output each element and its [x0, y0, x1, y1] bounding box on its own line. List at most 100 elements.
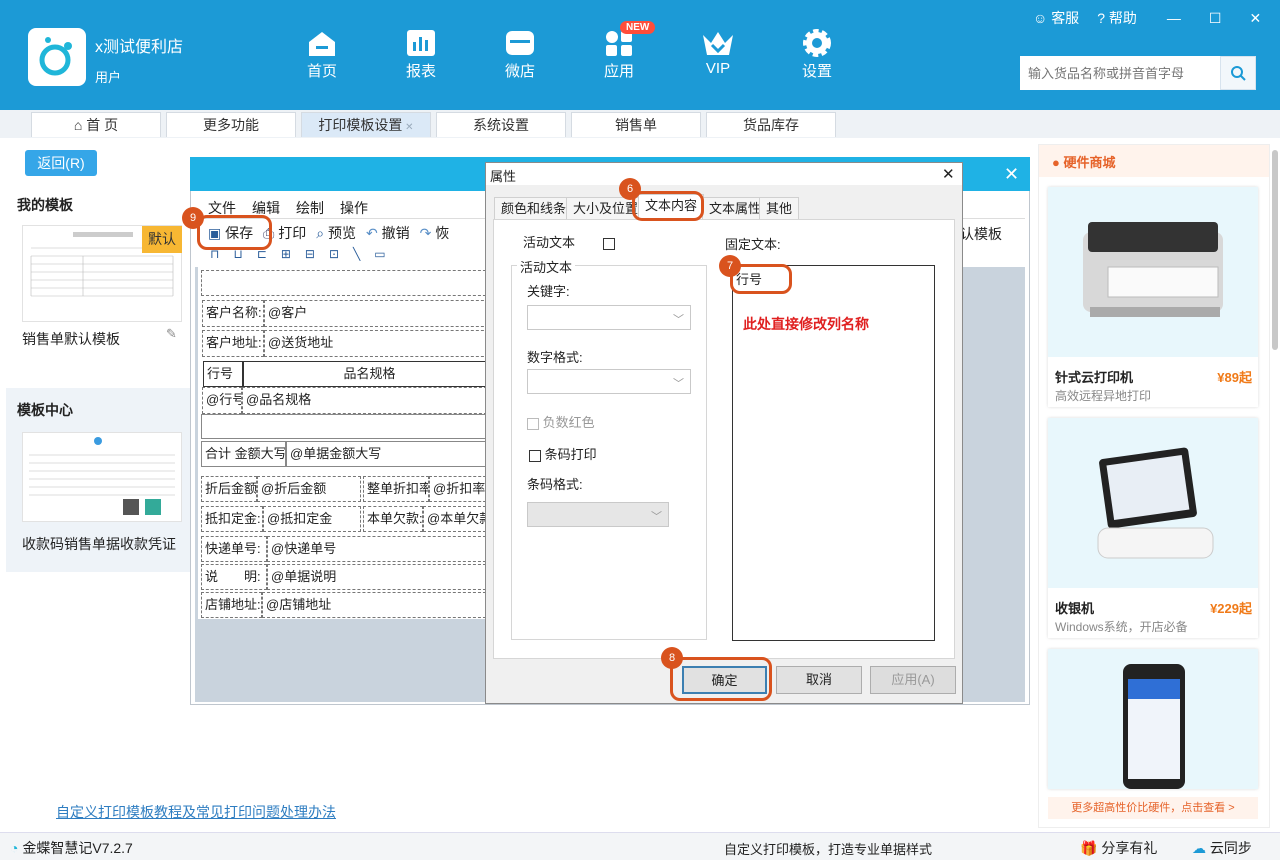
barcode-print-checkbox[interactable]	[529, 449, 541, 462]
menu-draw[interactable]: 绘制	[296, 198, 324, 218]
field-express-value[interactable]: @快递单号	[267, 536, 491, 562]
help-link[interactable]: ? 帮助	[1097, 8, 1137, 28]
product-card-handheld[interactable]	[1048, 649, 1258, 789]
keyword-select[interactable]: ﹀	[527, 305, 691, 330]
field-total-value[interactable]: @单据金额大写	[286, 441, 491, 467]
barcode-format-label: 条码格式:	[527, 477, 583, 492]
field-owed-label[interactable]: 本单欠款:	[363, 506, 423, 532]
dlg-tab-other[interactable]: 其他	[759, 197, 800, 219]
set-default-tool[interactable]: 认模板	[960, 224, 1002, 244]
version-label: 金蝶智慧记V7.2.7	[22, 840, 133, 856]
tab-more[interactable]: 更多功能	[166, 112, 296, 137]
nav-apps-label: 应用	[603, 63, 634, 80]
nav-home[interactable]: 首页	[287, 28, 357, 88]
field-deduct-label[interactable]: 抵扣定金:	[201, 506, 263, 532]
highlight-ring-ok	[670, 657, 772, 701]
field-note-label[interactable]: 说 明:	[201, 564, 267, 590]
line-tool-icon[interactable]: ╲	[353, 247, 360, 261]
dialog-close-icon[interactable]: ✕	[942, 165, 955, 183]
field-store-value[interactable]: @店铺地址	[262, 592, 491, 618]
field-spec-header[interactable]: 品名规格	[243, 361, 493, 387]
chevron-down-icon: ﹀	[673, 314, 684, 326]
product-card-printer[interactable]: 针式云打印机 ¥89起 高效远程异地打印	[1048, 187, 1258, 407]
shop-more-link[interactable]: 更多超高性价比硬件，点击查看 >	[1048, 797, 1258, 819]
search-button[interactable]	[1220, 56, 1256, 90]
printer-image	[1048, 187, 1258, 357]
template-name-default: 销售单默认模板	[22, 331, 120, 347]
tab-home[interactable]: ⌂ 首 页	[31, 112, 161, 137]
field-discount-label[interactable]: 折后金额	[201, 476, 257, 502]
nav-apps[interactable]: 应用	[584, 28, 654, 88]
apply-button[interactable]: 应用(A)	[870, 666, 956, 694]
back-button[interactable]: 返回(R)	[25, 150, 97, 176]
tab-inventory[interactable]: 货品库存	[706, 112, 836, 137]
tab-system[interactable]: 系统设置	[436, 112, 566, 137]
field-owed-value[interactable]: @本单欠款	[423, 506, 491, 532]
header-field[interactable]	[201, 270, 491, 296]
same-width-icon[interactable]: ⊞	[281, 247, 291, 261]
cloud-icon: ☁	[1192, 840, 1206, 856]
field-total-label[interactable]: 合计 金额大写	[201, 441, 286, 467]
cancel-button[interactable]: 取消	[776, 666, 862, 694]
active-text-checkbox[interactable]	[602, 237, 615, 250]
barcode-print-row: 条码打印	[529, 444, 597, 463]
dlg-tab-color[interactable]: 颜色和线条	[494, 197, 574, 219]
field-spec-value[interactable]: @品名规格	[242, 387, 492, 414]
field-row-value[interactable]: @行号	[202, 387, 242, 414]
nav-report-label: 报表	[405, 63, 436, 80]
field-address-label[interactable]: 客户地址:	[202, 330, 264, 357]
minimize-button[interactable]: —	[1167, 10, 1181, 26]
same-size-icon[interactable]: ⊡	[329, 247, 339, 261]
field-deduct-value[interactable]: @抵扣定金	[263, 506, 361, 532]
field-row-header[interactable]: 行号	[203, 361, 243, 387]
nav-settings[interactable]: 设置	[782, 28, 852, 88]
barcode-format-select[interactable]: ﹀	[527, 502, 669, 527]
share-gift-link[interactable]: 🎁 分享有礼	[1080, 838, 1157, 858]
nav-vip[interactable]: VIP	[683, 28, 753, 88]
field-customer-label[interactable]: 客户名称:	[202, 300, 264, 327]
preview-tool[interactable]: ⌕ 预览	[316, 223, 356, 243]
preview-label: 预览	[327, 225, 356, 241]
negative-red-checkbox[interactable]	[527, 417, 539, 430]
share-label: 分享有礼	[1101, 840, 1158, 856]
shop-scrollbar[interactable]	[1272, 150, 1278, 350]
maximize-button[interactable]: ☐	[1209, 10, 1222, 27]
service-link[interactable]: ☺ 客服	[1033, 8, 1079, 28]
field-discount-value[interactable]: @折后金额	[257, 476, 361, 502]
field-rate-label[interactable]: 整单折扣率	[363, 476, 429, 502]
field-note-value[interactable]: @单据说明	[267, 564, 491, 590]
nav-report[interactable]: 报表	[386, 28, 456, 88]
field-rate-value[interactable]: @折扣率	[429, 476, 491, 502]
negative-red-row: 负数红色	[527, 412, 595, 431]
tutorial-link[interactable]: 自定义打印模板教程及常见打印问题处理办法	[56, 802, 336, 822]
close-window-button[interactable]: ✕	[1249, 10, 1261, 27]
nav-store[interactable]: 微店	[485, 28, 555, 88]
field-express-label[interactable]: 快递单号:	[201, 536, 267, 562]
top-right-links: ☺ 客服 ? 帮助 — ☐ ✕	[1033, 8, 1261, 28]
undo-tool[interactable]: ↶ 撤销	[366, 223, 410, 243]
field-customer-value[interactable]: @客户	[264, 300, 494, 327]
same-height-icon[interactable]: ⊟	[305, 247, 315, 261]
help-label: 帮助	[1108, 10, 1137, 26]
cloud-sync-link[interactable]: ☁ 云同步	[1192, 838, 1252, 858]
tab-print-template[interactable]: 打印模板设置 ✕	[301, 112, 431, 137]
tab-close-icon[interactable]: ✕	[402, 122, 413, 133]
pos-image	[1048, 418, 1258, 588]
product-card-pos[interactable]: 收银机 ¥229起 Windows系统，开店必备	[1048, 418, 1258, 638]
product-price: ¥229起	[1210, 601, 1252, 616]
step-badge-6: 6	[619, 178, 641, 200]
designer-close-icon[interactable]: ✕	[1004, 164, 1019, 185]
rect-tool-icon[interactable]: ▭	[374, 247, 385, 261]
redo-icon: ↷	[419, 225, 432, 241]
template-center-title: 模板中心	[17, 402, 73, 418]
edit-pencil-icon[interactable]: ✎	[166, 326, 177, 342]
template-thumbnail-receipt[interactable]	[22, 432, 182, 522]
menu-operate[interactable]: 操作	[340, 198, 368, 218]
product-desc: 高效远程异地打印	[1055, 389, 1152, 403]
field-address-value[interactable]: @送货地址	[264, 330, 494, 357]
tab-sales[interactable]: 销售单	[571, 112, 701, 137]
search-input[interactable]	[1020, 56, 1220, 90]
field-store-label[interactable]: 店铺地址:	[201, 592, 262, 618]
number-format-select[interactable]: ﹀	[527, 369, 691, 394]
redo-tool[interactable]: ↷ 恢	[420, 223, 450, 243]
